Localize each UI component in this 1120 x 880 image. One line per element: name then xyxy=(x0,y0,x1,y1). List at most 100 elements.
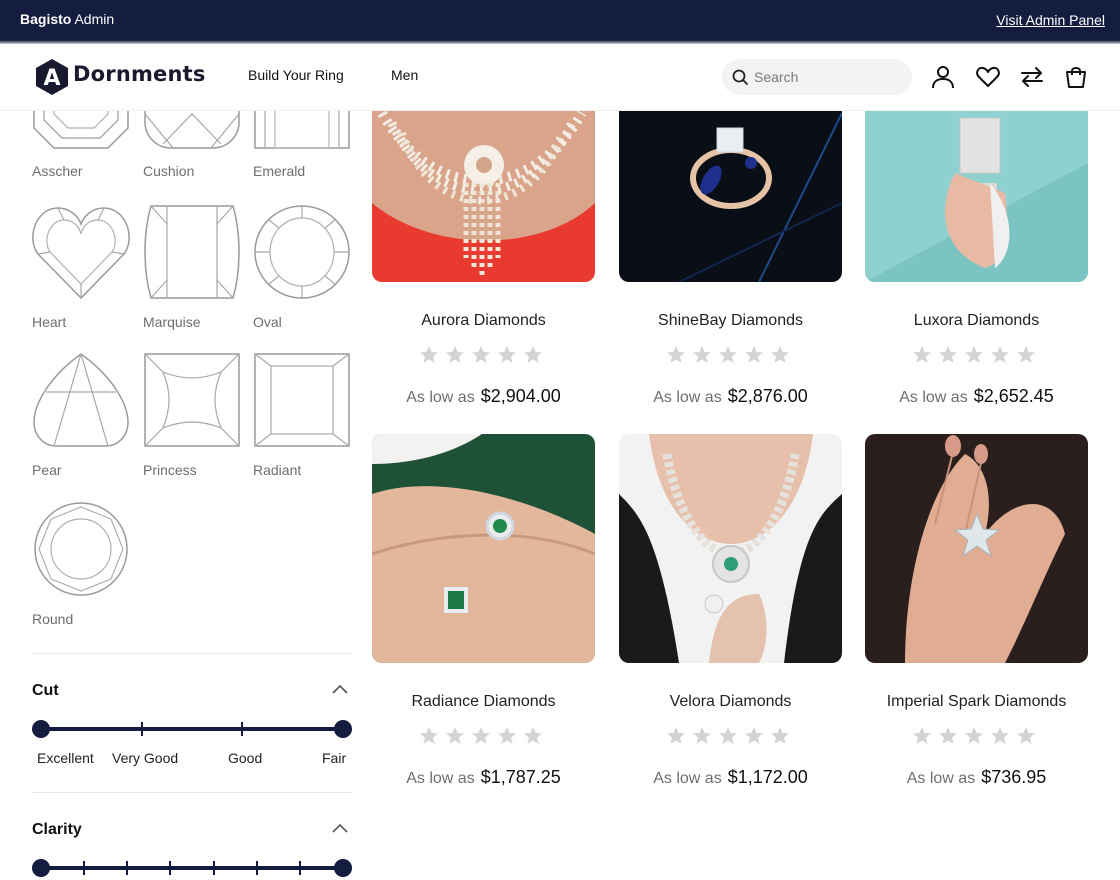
ring-photo xyxy=(372,434,595,663)
asscher-shape-icon xyxy=(33,110,129,149)
cart-icon[interactable] xyxy=(1063,64,1089,90)
product-image-velora[interactable] xyxy=(619,434,842,663)
clarity-slider-tick xyxy=(299,861,301,875)
price-amount: $1,787.25 xyxy=(480,767,561,787)
star-rating-icons xyxy=(419,727,542,744)
price-amount: $2,652.45 xyxy=(973,386,1054,406)
admin-bar: Bagisto Admin Visit Admin Panel xyxy=(0,0,1120,40)
search-input[interactable] xyxy=(754,59,904,95)
star-icon xyxy=(666,346,685,363)
pear-shape-icon xyxy=(33,353,129,447)
cut-slider-tick xyxy=(241,722,243,736)
rating-stars xyxy=(372,345,595,370)
as-low-as-label: As low as xyxy=(653,770,722,787)
shape-label: Asscher xyxy=(32,163,83,179)
cut-slider-min-handle[interactable] xyxy=(32,720,50,738)
nav-men[interactable]: Men xyxy=(391,67,418,83)
shape-label: Marquise xyxy=(143,314,201,330)
product-image-imperial-spark[interactable] xyxy=(865,434,1088,663)
clarity-slider-min-handle[interactable] xyxy=(32,859,50,877)
star-icon xyxy=(718,727,737,744)
search-box[interactable] xyxy=(722,59,912,95)
product-image-radiance[interactable] xyxy=(372,434,595,663)
star-icon xyxy=(523,346,542,363)
cushion-shape-icon xyxy=(144,110,240,149)
cut-slider-track[interactable] xyxy=(40,727,343,731)
star-icon xyxy=(523,727,542,744)
shape-label: Oval xyxy=(253,314,282,330)
product-name[interactable]: Imperial Spark Diamonds xyxy=(865,693,1088,711)
ring-photo xyxy=(865,434,1088,663)
shape-label: Radiant xyxy=(253,462,302,478)
as-low-as-label: As low as xyxy=(906,770,976,787)
clarity-slider-tick xyxy=(213,861,215,875)
clarity-slider-max-handle[interactable] xyxy=(334,859,352,877)
star-icon xyxy=(471,346,490,363)
star-icon xyxy=(419,346,438,363)
logo-text: Dornments xyxy=(73,62,206,86)
star-icon xyxy=(1016,727,1035,744)
shape-label: Princess xyxy=(143,462,197,478)
star-icon xyxy=(744,727,763,744)
search-icon xyxy=(732,69,748,85)
product-price: As low as $2,904.00 xyxy=(372,386,595,407)
divider xyxy=(32,792,352,793)
star-rating-icons xyxy=(666,346,789,363)
rating-stars xyxy=(372,726,595,751)
princess-shape-icon xyxy=(144,353,240,447)
cut-label-good: Good xyxy=(228,750,263,766)
nav-build-your-ring[interactable]: Build Your Ring xyxy=(248,67,344,83)
star-icon xyxy=(912,346,931,363)
heart-shape-icon xyxy=(32,207,130,300)
star-icon xyxy=(692,727,711,744)
clarity-filter-title: Clarity xyxy=(32,821,82,838)
product-name[interactable]: Aurora Diamonds xyxy=(372,312,595,330)
cut-slider-tick xyxy=(141,722,143,736)
clarity-slider-tick xyxy=(83,861,85,875)
filter-sidebar: Asscher Cushion Emerald Heart Marquise O… xyxy=(32,110,352,880)
star-icon xyxy=(718,346,737,363)
star-icon xyxy=(497,727,516,744)
star-icon xyxy=(471,727,490,744)
emerald-shape-icon xyxy=(254,110,350,149)
user-icon[interactable] xyxy=(930,64,956,90)
radiant-shape-icon xyxy=(254,353,350,447)
star-icon xyxy=(990,346,1009,363)
product-name[interactable]: ShineBay Diamonds xyxy=(619,312,842,330)
star-rating-icons xyxy=(912,346,1035,363)
star-rating-icons xyxy=(419,346,542,363)
cut-label-excellent: Excellent xyxy=(37,750,94,766)
product-name[interactable]: Velora Diamonds xyxy=(619,693,842,711)
price-amount: $2,876.00 xyxy=(727,386,808,406)
cut-label-very-good: Very Good xyxy=(112,750,179,766)
star-icon xyxy=(912,727,931,744)
clarity-slider-tick xyxy=(256,861,258,875)
compare-icon[interactable] xyxy=(1019,64,1045,90)
product-price: As low as $736.95 xyxy=(865,767,1088,788)
site-logo[interactable]: A Dornments xyxy=(33,57,205,97)
cut-slider-max-handle[interactable] xyxy=(334,720,352,738)
cut-label-fair: Fair xyxy=(322,750,347,766)
as-low-as-label: As low as xyxy=(406,389,475,406)
as-low-as-label: As low as xyxy=(406,770,475,787)
product-name[interactable]: Luxora Diamonds xyxy=(865,312,1088,330)
star-icon xyxy=(666,727,685,744)
star-icon xyxy=(964,727,983,744)
visit-admin-panel-link[interactable]: Visit Admin Panel xyxy=(996,12,1105,28)
chevron-up-icon[interactable] xyxy=(332,823,348,833)
shape-label: Cushion xyxy=(143,163,195,179)
heart-icon[interactable] xyxy=(975,64,1001,90)
star-icon xyxy=(744,346,763,363)
product-name[interactable]: Radiance Diamonds xyxy=(372,693,595,711)
clarity-slider-tick xyxy=(126,861,128,875)
product-price: As low as $2,652.45 xyxy=(865,386,1088,407)
product-price: As low as $1,787.25 xyxy=(372,767,595,788)
chevron-up-icon[interactable] xyxy=(332,684,348,694)
clarity-slider-track[interactable] xyxy=(40,866,343,870)
product-price: As low as $2,876.00 xyxy=(619,386,842,407)
as-low-as-label: As low as xyxy=(899,389,968,406)
star-icon xyxy=(770,346,789,363)
star-icon xyxy=(445,727,464,744)
shape-label: Pear xyxy=(32,462,62,478)
rating-stars xyxy=(865,345,1088,370)
